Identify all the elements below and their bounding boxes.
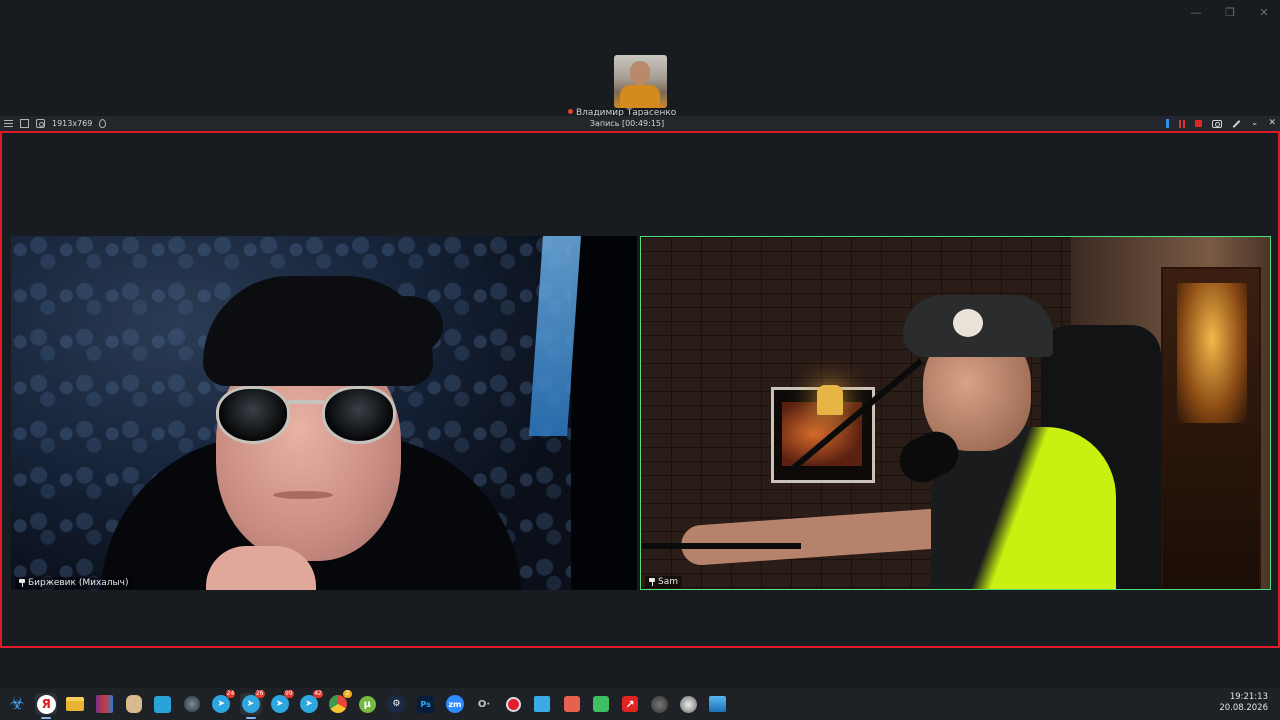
taskbar-utorrent[interactable]: μ xyxy=(356,693,378,715)
video-tile-left[interactable]: Биржевик (Михалыч) xyxy=(11,236,637,590)
obs-icon[interactable]: O· xyxy=(473,693,495,715)
drop-icon[interactable] xyxy=(99,119,107,128)
clock-time: 19:21:13 xyxy=(1229,692,1268,702)
taskbar-camera-app[interactable] xyxy=(648,693,670,715)
camera-icon xyxy=(650,695,668,713)
taskbar-app-arrow[interactable]: ↗ xyxy=(619,693,641,715)
zoom-region-icon[interactable] xyxy=(36,119,45,128)
pin-icon xyxy=(19,579,25,587)
zoom-icon: zm xyxy=(445,695,464,713)
taskbar-camera-app-2[interactable] xyxy=(677,693,699,715)
lens-right xyxy=(322,386,396,444)
taskbar-globe-app[interactable] xyxy=(181,693,203,715)
utorrent-icon: μ xyxy=(358,695,376,713)
taskbar-telegram-2[interactable]: ➤ 26 xyxy=(239,690,265,719)
taskbar-winrar[interactable] xyxy=(94,693,116,715)
taskbar-steam[interactable]: ⚙ xyxy=(385,693,407,715)
video-person-shirt xyxy=(931,427,1116,589)
taskbar-docs[interactable] xyxy=(531,693,553,715)
video-person-cap xyxy=(203,276,443,386)
menu-icon[interactable] xyxy=(4,120,13,127)
pen-icon[interactable] xyxy=(1232,119,1241,128)
display-cabinet xyxy=(1161,267,1261,589)
mic-muted-icon xyxy=(568,109,573,114)
capture-resolution: 1913x769 xyxy=(52,119,93,128)
capture-frame: Биржевик (Михалыч) Sam xyxy=(0,131,1280,648)
close-recorder-icon[interactable]: ✕ xyxy=(1268,119,1276,128)
video-person-mouth xyxy=(273,491,333,499)
sunglasses xyxy=(216,386,401,446)
unread-badge: 42 xyxy=(313,690,323,698)
participant-name: Sam xyxy=(658,577,678,587)
clock-date: 20.08.2026 xyxy=(1219,703,1268,713)
webcam-icon xyxy=(679,695,697,713)
taskbar-yandex[interactable]: Я xyxy=(35,693,58,719)
audio-level-icon xyxy=(1165,119,1169,128)
glasses-bridge xyxy=(288,400,324,404)
pause-icon[interactable] xyxy=(1178,119,1185,128)
taskbar-photoshop[interactable]: Ps xyxy=(415,693,437,715)
hand-icon xyxy=(125,695,142,713)
taskbar-app-orange[interactable] xyxy=(561,693,583,715)
top-participant-thumbnail[interactable] xyxy=(614,55,667,108)
lamp xyxy=(817,385,843,415)
app-green-icon xyxy=(592,696,609,712)
folder-icon xyxy=(66,697,85,711)
mic-arm-lower xyxy=(641,543,801,549)
taskbar-recorder[interactable] xyxy=(502,693,524,715)
window-controls: — ❐ ✕ xyxy=(1190,6,1270,19)
unread-badge: 24 xyxy=(225,690,236,698)
taskbar-zoom[interactable]: zm xyxy=(444,693,466,715)
recorder-toolbar: 1913x769 Запись [00:49:15] ⌄ ✕ xyxy=(0,116,1280,131)
taskbar-telegram-4[interactable]: ➤ 42 xyxy=(298,690,323,715)
taskbar: ☣ Я ➤ 24 ➤ 26 ➤ 99 ➤ 42 2 μ ⚙ Ps zm O· ↗ xyxy=(0,688,1280,720)
recording-title: Запись [00:49:15] xyxy=(589,119,665,128)
stop-icon[interactable] xyxy=(1194,120,1202,127)
taskbar-chrome[interactable]: 2 xyxy=(327,690,353,715)
participant-name-label: Sam xyxy=(645,576,682,588)
taskbar-explorer[interactable] xyxy=(64,693,86,715)
close-window-button[interactable]: ✕ xyxy=(1258,6,1270,19)
notification-badge: 2 xyxy=(343,690,353,698)
pin-icon xyxy=(649,578,655,586)
top-participant-name: Владимир Тарасенко xyxy=(576,108,676,116)
archive-icon xyxy=(96,695,114,713)
top-participant-label: Владимир Тарасенко xyxy=(568,108,676,116)
photoshop-icon: Ps xyxy=(417,695,435,713)
chrome-icon xyxy=(329,695,348,713)
participant-name: Биржевик (Михалыч) xyxy=(28,578,129,588)
restore-button[interactable]: ❐ xyxy=(1224,6,1236,19)
unread-badge: 99 xyxy=(284,690,294,698)
steam-icon: ⚙ xyxy=(387,695,406,713)
participant-name-label: Биржевик (Михалыч) xyxy=(15,577,133,589)
chevron-down-icon[interactable]: ⌄ xyxy=(1251,119,1259,128)
system-clock[interactable]: 19:21:13 20.08.2026 xyxy=(1219,692,1268,714)
taskbar-telegram-1[interactable]: ➤ 24 xyxy=(210,690,236,715)
participant-body xyxy=(620,85,660,108)
arrow-icon: ↗ xyxy=(621,696,638,712)
yandex-icon: Я xyxy=(36,694,56,714)
taskbar-telegram-3[interactable]: ➤ 99 xyxy=(269,690,294,715)
biohazard-icon[interactable]: ☣ xyxy=(6,693,28,715)
recorder-right-tools: ⌄ ✕ xyxy=(1165,119,1276,128)
taskbar-pictures[interactable] xyxy=(707,693,729,715)
minimize-button[interactable]: — xyxy=(1190,6,1202,19)
region-icon[interactable] xyxy=(20,119,29,128)
recorder-left-tools: 1913x769 xyxy=(0,119,107,128)
screenshot-icon[interactable] xyxy=(1211,119,1222,128)
video-person-cap xyxy=(903,295,1053,357)
pictures-icon xyxy=(709,696,726,712)
globe-icon xyxy=(184,696,201,712)
unread-badge: 26 xyxy=(254,690,265,698)
participant-face xyxy=(630,61,650,85)
record-icon xyxy=(505,696,521,712)
app-orange-icon xyxy=(563,696,580,712)
taskbar-grid-app[interactable] xyxy=(152,693,174,715)
grid-icon xyxy=(154,695,172,713)
document-icon xyxy=(534,696,551,712)
taskbar-app-green[interactable] xyxy=(590,693,612,715)
video-tile-right[interactable]: Sam xyxy=(640,236,1271,590)
lens-left xyxy=(216,386,290,444)
taskbar-hand-app[interactable] xyxy=(123,693,145,715)
